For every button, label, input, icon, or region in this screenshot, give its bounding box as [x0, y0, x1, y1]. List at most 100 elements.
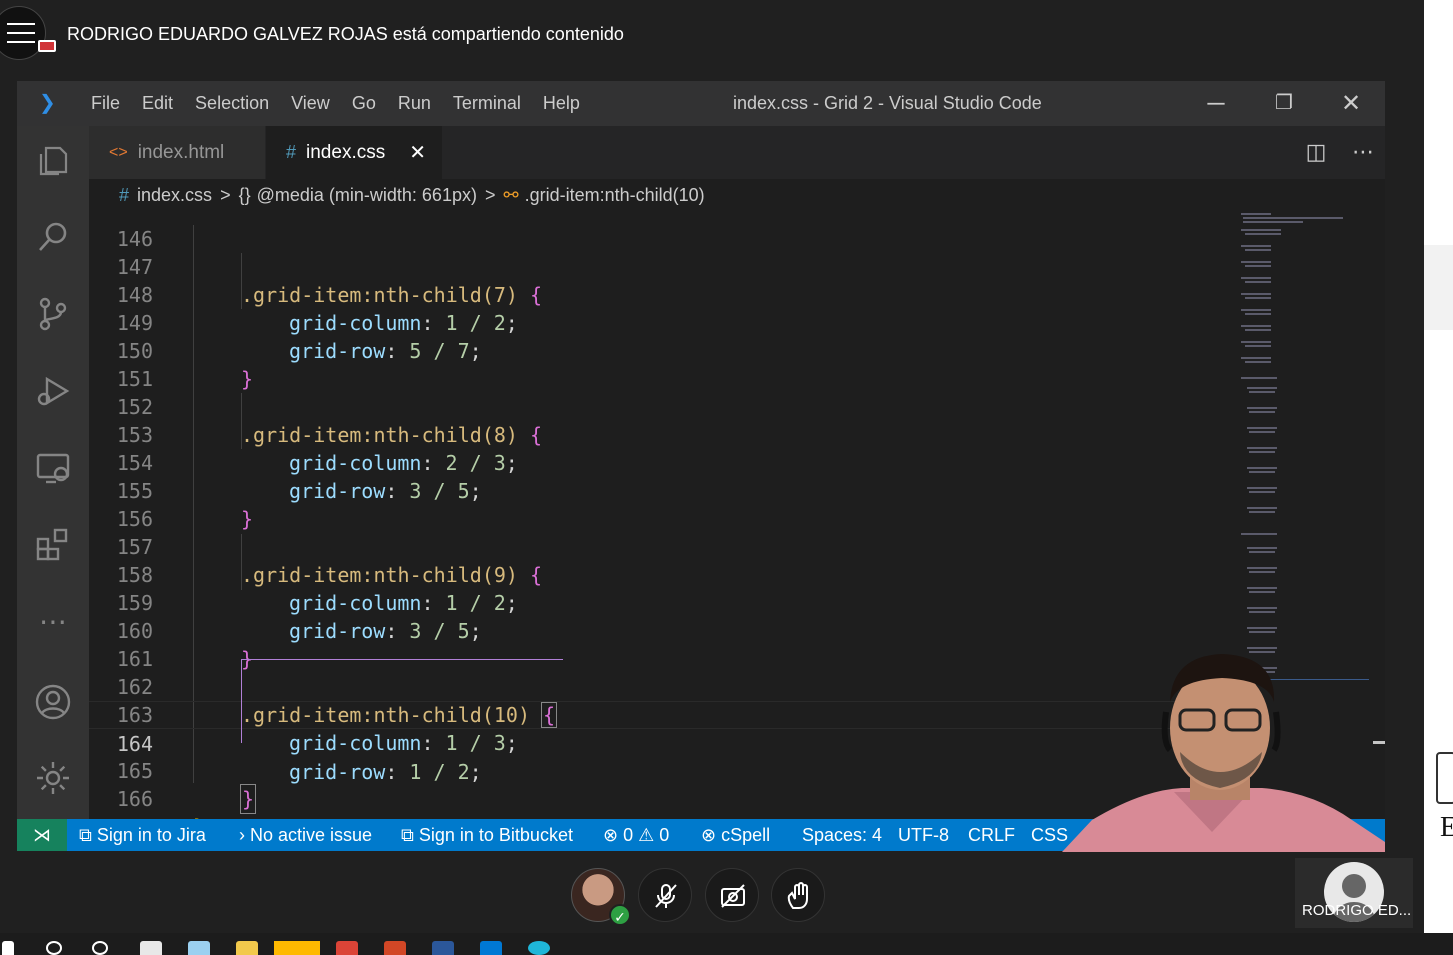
chevron-right-icon: ›: [239, 825, 250, 845]
strip-input-box[interactable]: [1436, 752, 1453, 804]
search-icon[interactable]: [33, 217, 73, 257]
code-line: 146: [89, 211, 1239, 251]
more-icon[interactable]: ⋯: [33, 602, 73, 642]
raise-hand-button[interactable]: [771, 868, 825, 922]
minimap-line: [1247, 487, 1277, 489]
status-jira[interactable]: ⧉ Sign in to Jira: [79, 819, 206, 851]
spell-icon: ⊗: [701, 825, 722, 845]
menu-edit[interactable]: Edit: [131, 81, 184, 126]
code-line: 156: [89, 477, 1239, 531]
split-editor-icon[interactable]: ◫: [1300, 136, 1332, 168]
minimap-line: [1249, 391, 1275, 393]
menu-terminal[interactable]: Terminal: [442, 81, 532, 126]
minimap-line: [1247, 507, 1277, 509]
participant-tile[interactable]: RODRIGO ED...: [1295, 858, 1413, 928]
menu-go[interactable]: Go: [341, 81, 387, 126]
status-spaces[interactable]: Spaces: 4: [802, 819, 882, 851]
minimap-line: [1241, 341, 1271, 343]
status-problems[interactable]: ⊗ 0 ⚠ 0: [603, 819, 669, 851]
more-actions-icon[interactable]: ⋯: [1347, 136, 1379, 168]
share-notice: RODRIGO EDUARDO GALVEZ ROJAS está compar…: [67, 24, 624, 44]
powerpoint-icon[interactable]: [384, 941, 406, 955]
minimap-line: [1247, 567, 1277, 569]
hand-icon: [787, 882, 808, 909]
line-number: 166: [116, 787, 153, 811]
status-encoding[interactable]: UTF-8: [898, 819, 949, 851]
bracket-pair-guide: [241, 659, 563, 743]
breadcrumb-media[interactable]: @media (min-width: 661px): [257, 185, 477, 206]
breadcrumb: # index.css > {} @media (min-width: 661p…: [89, 179, 1385, 211]
mute-button[interactable]: [638, 868, 692, 922]
settings-gear-icon[interactable]: [33, 758, 73, 798]
breadcrumb-selector[interactable]: .grid-item:nth-child(10): [525, 185, 705, 206]
remote-explorer-icon[interactable]: [33, 448, 73, 488]
minimap-line: [1241, 533, 1277, 535]
activity-bar: ⋯: [17, 126, 89, 819]
strip-letter: E: [1440, 812, 1453, 843]
file-explorer-icon[interactable]: [236, 941, 258, 955]
braces-icon: {}: [238, 184, 251, 205]
minimap-line: [1245, 249, 1271, 251]
app-icon[interactable]: [188, 941, 210, 955]
extensions-icon[interactable]: [33, 525, 73, 565]
menu-file[interactable]: File: [80, 81, 131, 126]
menu-help[interactable]: Help: [532, 81, 591, 126]
run-debug-icon[interactable]: [33, 371, 73, 411]
code-line: 148 grid-column: 1 / 2;: [89, 253, 1239, 335]
tab-index-css[interactable]: # index.css ✕: [266, 126, 442, 179]
code-line: 159 grid-row: 3 / 5;: [89, 561, 1239, 643]
camera-button[interactable]: [705, 868, 759, 922]
chrome-icon[interactable]: [336, 941, 358, 955]
remote-indicator-icon[interactable]: ⋊: [17, 819, 67, 851]
screen: RODRIGO EDUARDO GALVEZ ROJAS está compar…: [0, 0, 1453, 955]
code-line: 155 }: [89, 449, 1239, 531]
minimap-line: [1249, 591, 1275, 593]
paint-icon[interactable]: [140, 941, 162, 955]
source-control-icon[interactable]: [33, 294, 73, 334]
error-count: 0: [623, 825, 634, 845]
side-window-strip: E: [1424, 0, 1453, 955]
menu-run[interactable]: Run: [387, 81, 442, 126]
status-cspell[interactable]: ⊗ cSpell: [701, 819, 770, 851]
issue-label: No active issue: [250, 825, 373, 845]
code-line: 154 grid-row: 3 / 5;: [89, 421, 1239, 503]
menu-selection[interactable]: Selection: [184, 81, 280, 126]
minimap-line: [1249, 571, 1275, 573]
close-window-button[interactable]: ✕: [1328, 81, 1374, 126]
status-issue[interactable]: › No active issue: [239, 819, 372, 851]
search-icon[interactable]: [46, 941, 62, 955]
explorer-icon[interactable]: [33, 140, 73, 180]
edge-icon[interactable]: [528, 941, 550, 955]
status-eol[interactable]: CRLF: [968, 819, 1015, 851]
status-bitbucket[interactable]: ⧉ Sign in to Bitbucket: [401, 819, 573, 851]
vscode-taskbar-icon[interactable]: [480, 941, 502, 955]
start-icon[interactable]: [2, 941, 14, 955]
minimap-line: [1249, 551, 1275, 553]
accounts-icon[interactable]: [33, 682, 73, 722]
restore-button[interactable]: ❐: [1261, 81, 1307, 126]
cortana-icon[interactable]: [92, 941, 108, 955]
warning-count: 0: [659, 825, 670, 845]
tab-index-html[interactable]: <> index.html: [89, 126, 265, 179]
word-icon[interactable]: [432, 941, 454, 955]
css-file-icon: #: [286, 142, 297, 162]
minimap-line: [1247, 467, 1277, 469]
windows-taskbar: [0, 933, 1453, 955]
minimap-line: [1249, 511, 1275, 513]
minimap-line: [1249, 611, 1275, 613]
code-line: 160 }: [89, 589, 1239, 671]
minimap-line: [1247, 547, 1277, 549]
minimize-button[interactable]: ─: [1193, 81, 1239, 126]
meeting-top-bar: RODRIGO EDUARDO GALVEZ ROJAS está compar…: [0, 0, 1424, 70]
minimap-line: [1241, 213, 1271, 215]
strip-panel: [1424, 245, 1453, 330]
available-status-icon: ✓: [609, 904, 631, 926]
bitbucket-label: Sign in to Bitbucket: [418, 825, 573, 845]
minimap-line: [1245, 329, 1271, 331]
breadcrumb-file[interactable]: index.css: [137, 185, 212, 206]
close-tab-icon[interactable]: ✕: [409, 140, 426, 165]
sticky-notes-icon[interactable]: [274, 941, 320, 955]
minimap-line: [1247, 407, 1277, 409]
minimap-line: [1247, 587, 1277, 589]
menu-view[interactable]: View: [280, 81, 341, 126]
